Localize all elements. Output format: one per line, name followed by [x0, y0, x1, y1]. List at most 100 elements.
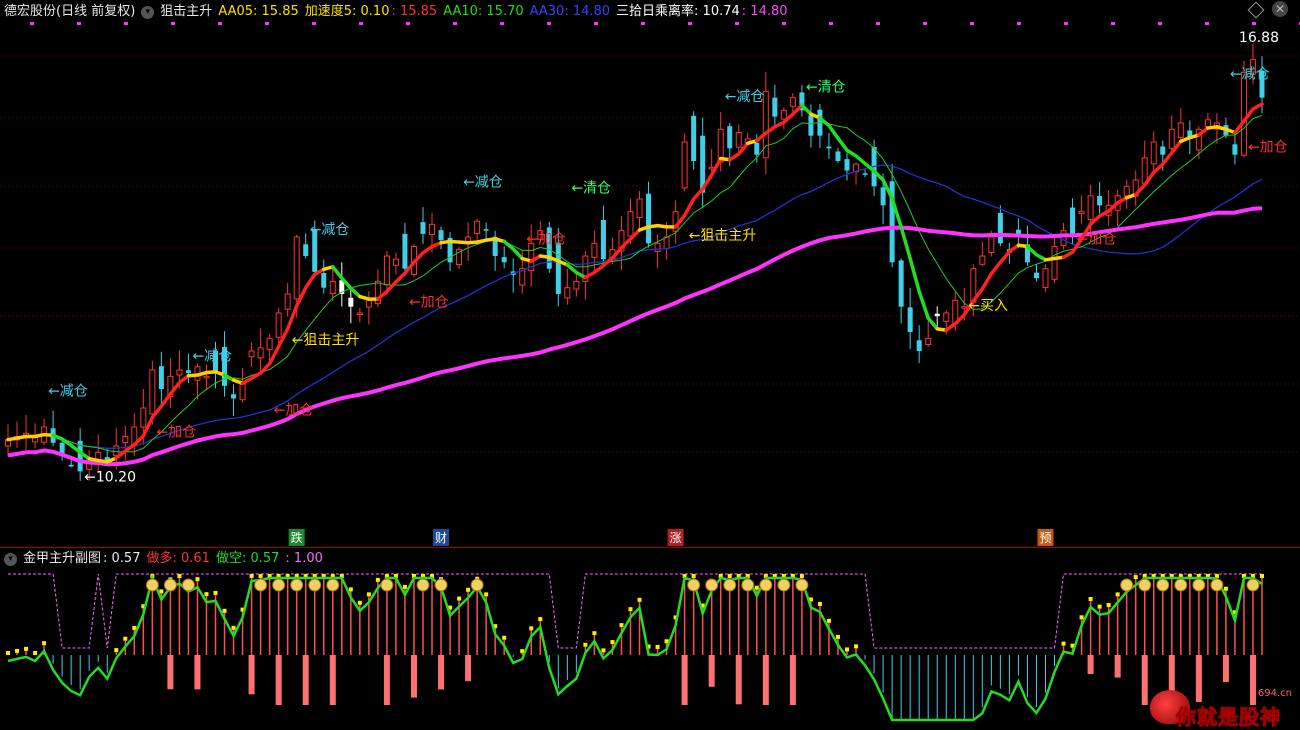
sub-bar-cap: [177, 574, 182, 578]
sub-bar-cap: [691, 574, 696, 578]
candle-body: [438, 230, 444, 241]
aa10-value: AA10: 15.70: [443, 4, 524, 19]
candle-body: [835, 151, 841, 161]
ma5-segment: [899, 225, 912, 261]
sub-bar-cap: [466, 587, 471, 592]
candle-body: [727, 126, 733, 149]
sub-volume-block: [167, 655, 174, 690]
signal-label: 16.88: [1239, 30, 1279, 46]
candle-body: [429, 223, 436, 235]
sub-val1: : 0.57: [103, 551, 141, 566]
money-bag-icon: [434, 578, 448, 592]
sub-bar-cap: [222, 608, 227, 613]
candle-body: [257, 347, 264, 359]
sub-volume-block: [735, 655, 742, 705]
ma5-segment: [1151, 162, 1165, 175]
candle-body: [754, 142, 760, 155]
ma5-segment: [331, 265, 344, 280]
sub-bar-cap: [1133, 575, 1138, 580]
money-bag-icon: [380, 578, 394, 592]
sub-bar-cap: [637, 597, 642, 602]
sub-bar-cap: [1106, 603, 1111, 608]
candle-body: [185, 370, 191, 374]
candle-body: [564, 287, 571, 299]
candle-body: [907, 307, 913, 332]
sub-volume-block: [329, 655, 336, 705]
signal-label: ←买入: [968, 298, 1008, 314]
sub-title[interactable]: 金甲主升副图: [23, 548, 101, 570]
candle-body: [239, 382, 246, 401]
sub-bar-cap: [1079, 615, 1084, 620]
money-bag-icon: [326, 578, 340, 592]
indicator-menu-icon[interactable]: ▾: [141, 5, 155, 19]
ma5-segment: [917, 289, 930, 320]
signal-label: ←加仓: [409, 295, 449, 311]
candle-body: [780, 109, 787, 120]
money-bag-icon: [416, 578, 430, 592]
sub-bar-cap: [817, 601, 822, 606]
candle-body: [176, 369, 183, 376]
candle-body: [140, 407, 147, 428]
candle-body: [348, 297, 354, 307]
sub-bar-cap: [258, 574, 263, 578]
sub-bar-cap: [195, 577, 200, 582]
stock-name[interactable]: 德宏股份: [4, 1, 56, 23]
sub-bar-cap: [1115, 592, 1120, 597]
signal-label: ←清仓: [806, 79, 846, 95]
sub-volume-block: [1087, 655, 1094, 675]
sub-bar-cap: [357, 600, 362, 605]
candle-body: [383, 255, 390, 286]
candle-body: [573, 280, 580, 290]
signal-label: ←加仓: [1248, 140, 1288, 156]
aa05-value: AA05: 15.85: [218, 4, 299, 19]
watermark-site: 694.cn: [1257, 688, 1292, 699]
signal-label: ←狙击主升: [689, 228, 757, 244]
period-label[interactable]: (日线 前复权): [56, 1, 135, 23]
money-bag-icon: [181, 578, 195, 592]
money-bag-icon: [308, 578, 322, 592]
ma5-segment: [511, 247, 524, 261]
ma5-segment: [709, 156, 723, 177]
close-icon[interactable]: ✕: [1272, 1, 1288, 17]
sub-volume-block: [1222, 655, 1229, 682]
sub-volume-block: [438, 655, 445, 690]
sub-bar-cap: [366, 592, 371, 597]
sub-volume-block: [789, 655, 796, 705]
sub-bar-cap: [601, 648, 606, 653]
indicator-name[interactable]: 狙击主升: [160, 1, 212, 23]
sub-bar-cap: [754, 585, 759, 590]
sub-bull: 做多: 0.61: [146, 551, 210, 566]
signal-label: ←加仓: [156, 425, 196, 441]
candle-body: [844, 159, 850, 171]
watermark: 694.cn 你就是股神: [1150, 688, 1300, 730]
candle-body: [501, 257, 507, 263]
sub-indicator-menu-icon[interactable]: ▾: [4, 552, 17, 566]
ma5-segment: [836, 136, 849, 152]
sub-signal-line: [7, 574, 1263, 722]
candle-body: [934, 313, 940, 317]
candle-body: [880, 187, 886, 206]
candle-body: [149, 369, 156, 415]
marker-dot: [1252, 22, 1256, 25]
sub-bar-cap: [1260, 574, 1264, 578]
marker-dot: [1111, 22, 1115, 25]
candle-body: [988, 236, 995, 253]
ma5-segment: [159, 392, 173, 408]
candle-body: [916, 340, 922, 351]
money-bag-icon: [254, 578, 268, 592]
money-bag-icon: [290, 578, 304, 592]
candle-body: [997, 212, 1003, 244]
ma5-segment: [998, 249, 1012, 265]
signal-label: ←减仓: [463, 174, 503, 190]
candle-body: [293, 236, 300, 300]
signal-label: ←减仓: [725, 89, 765, 105]
candle-body: [321, 273, 327, 288]
candle-body: [789, 97, 796, 107]
candle-body: [68, 464, 74, 467]
sub-bar-cap: [402, 584, 407, 589]
sub-chart-header: ▾ 金甲主升副图 : 0.57 做多: 0.61 做空: 0.57 : 1.00: [0, 548, 323, 570]
sub-bar-cap: [1061, 641, 1066, 646]
marker-dot: [829, 22, 833, 25]
marker-dot: [876, 22, 880, 25]
main-chart-header: 德宏股份 (日线 前复权) ▾ 狙击主升 AA05: 15.85 加速度5: 0…: [0, 1, 788, 23]
